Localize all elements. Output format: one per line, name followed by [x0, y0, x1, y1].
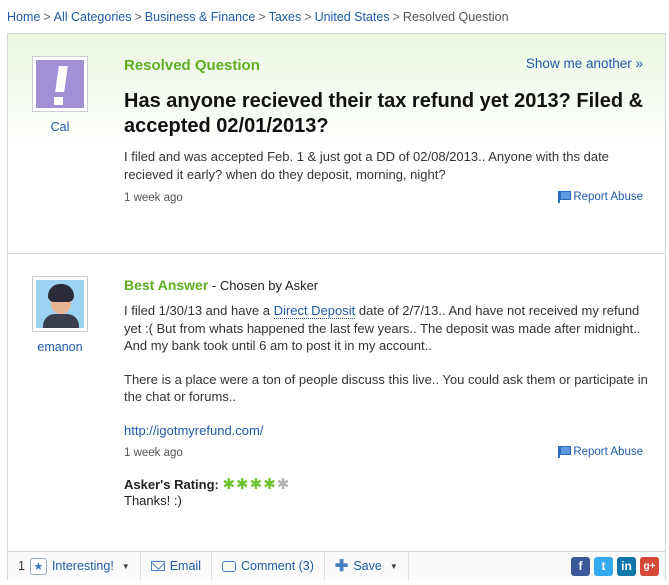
- answer-body: I filed 1/30/13 and have a Direct Deposi…: [124, 302, 654, 455]
- interesting-label: Interesting!: [51, 559, 114, 573]
- asker-avatar[interactable]: [32, 56, 88, 112]
- comment-button[interactable]: Comment (3): [212, 552, 325, 580]
- askers-rating: Asker's Rating: ✱✱✱✱✱: [124, 475, 290, 493]
- answer-url-link[interactable]: http://igotmyrefund.com/: [124, 423, 263, 438]
- speech-bubble-icon: [221, 560, 236, 572]
- save-label: Save: [353, 559, 382, 573]
- rating-stars: ✱✱✱✱✱: [222, 476, 290, 493]
- question-section: Cal Resolved Question Show me another » …: [8, 34, 665, 244]
- question-page-frame: Cal Resolved Question Show me another » …: [7, 33, 666, 580]
- interesting-count: 1: [18, 559, 25, 573]
- breadcrumb-home[interactable]: Home: [7, 10, 40, 24]
- chosen-by-label: - Chosen by Asker: [211, 278, 319, 293]
- chevron-down-icon: ▼: [121, 561, 130, 571]
- star-empty-icon: ✱: [276, 476, 291, 493]
- question-report-abuse[interactable]: Report Abuse: [558, 191, 643, 203]
- exclamation-avatar-icon: [36, 60, 84, 108]
- star-filled-icon: ✱: [249, 476, 264, 493]
- person-avatar-icon: [36, 280, 84, 328]
- breadcrumb-business-finance[interactable]: Business & Finance: [145, 10, 255, 24]
- email-button[interactable]: Email: [141, 552, 212, 580]
- section-divider: [8, 253, 665, 254]
- breadcrumb-taxes[interactable]: Taxes: [269, 10, 302, 24]
- linkedin-icon[interactable]: in: [617, 556, 636, 576]
- social-share-icons: f t in g+: [571, 556, 665, 576]
- facebook-icon[interactable]: f: [571, 556, 590, 576]
- asker-comment: Thanks! :): [124, 493, 182, 508]
- twitter-icon[interactable]: t: [594, 556, 613, 576]
- breadcrumb-current: Resolved Question: [402, 10, 509, 24]
- breadcrumb: Home > All Categories > Business & Finance > T…: [7, 10, 509, 24]
- show-another-link[interactable]: Show me another »: [526, 56, 643, 71]
- google-plus-icon[interactable]: g+: [640, 556, 659, 576]
- report-abuse-label: Report Abuse: [573, 446, 643, 458]
- star-filled-icon: ✱: [236, 476, 250, 493]
- answer-report-abuse[interactable]: Report Abuse: [558, 446, 643, 458]
- star-icon: ★: [29, 557, 47, 575]
- flag-icon: [558, 446, 571, 458]
- plus-icon: ✚: [334, 558, 349, 575]
- resolved-question-label: Resolved Question: [124, 57, 260, 74]
- rating-label: Asker's Rating:: [124, 477, 219, 492]
- envelope-icon: [150, 561, 165, 571]
- answer-time: 1 week ago: [124, 447, 183, 459]
- best-answer-label: Best Answer: [124, 277, 209, 293]
- report-abuse-label: Report Abuse: [573, 191, 643, 203]
- breadcrumb-all-categories[interactable]: All Categories: [54, 10, 132, 24]
- email-label: Email: [169, 559, 201, 573]
- question-body: I filed and was accepted Feb. 1 & just g…: [124, 149, 609, 182]
- save-button[interactable]: ✚ Save ▼: [325, 552, 409, 580]
- answer-paragraph-2: There is a place were a ton of people di…: [124, 371, 648, 405]
- direct-deposit-link[interactable]: Direct Deposit: [273, 303, 356, 319]
- answer-paragraph-1: I filed 1/30/13 and have a Direct Deposi…: [124, 303, 641, 353]
- question-title: Has anyone recieved their tax refund yet…: [124, 90, 644, 137]
- interesting-button[interactable]: 1 ★ Interesting! ▼: [8, 552, 141, 580]
- star-filled-icon: ✱: [222, 476, 237, 493]
- answerer-name[interactable]: emanon: [30, 340, 90, 354]
- star-filled-icon: ✱: [263, 476, 277, 493]
- action-toolbar: 1 ★ Interesting! ▼ Email Comment (3) ✚ S…: [8, 551, 665, 580]
- answerer-avatar[interactable]: [32, 276, 88, 332]
- comment-label: Comment (3): [240, 559, 314, 573]
- asker-name[interactable]: Cal: [30, 120, 90, 134]
- flag-icon: [558, 191, 571, 203]
- question-time: 1 week ago: [124, 192, 183, 204]
- best-answer-header: Best Answer - Chosen by Asker: [124, 277, 318, 293]
- breadcrumb-united-states[interactable]: United States: [315, 10, 390, 24]
- chevron-down-icon: ▼: [389, 561, 398, 571]
